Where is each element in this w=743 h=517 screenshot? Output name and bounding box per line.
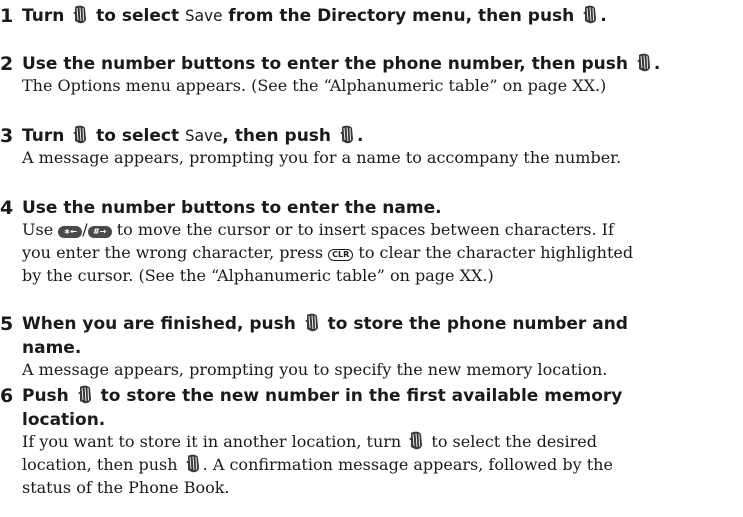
heading-line: location. [22,410,106,430]
heading-text: Use the number buttons to enter the phon… [22,54,628,74]
jog-dial-icon [77,385,93,404]
clr-key-icon: CLR [328,249,354,261]
step-number: 3 [0,125,14,147]
step-number: 2 [0,53,14,75]
jog-dial-icon [636,53,652,72]
jog-dial-icon [408,431,424,450]
step-number: 1 [0,5,14,27]
heading-text: . [653,54,661,74]
step-body: A message appears, prompting you for a n… [22,148,622,167]
body-line: status of the Phone Book. [22,478,230,497]
step-number: 4 [0,197,14,219]
jog-dial-icon [185,454,201,473]
heading-text: Push [22,386,69,406]
jog-dial-icon [304,313,320,332]
jog-dial-icon [72,125,88,144]
body-text: to clear the character highlighted [358,243,634,262]
heading-text: . [600,6,607,26]
heading-line: Push to store the new number in the firs… [22,384,743,408]
body-text: you enter the wrong character, press [22,243,324,262]
step-heading: Use the number buttons to enter the name… [22,198,442,218]
heading-line: When you are finished, push to store the… [22,312,743,336]
heading-text: to select [96,126,180,146]
body-text: to select the desired [431,432,597,451]
heading-line: name. [22,338,82,358]
heading-text: Turn [22,6,65,26]
step-heading: Turn to select Save from the Directory m… [22,4,743,28]
body-text: . A confirmation message appears, follow… [202,455,613,474]
heading-text: from the Directory menu, then push [228,6,575,26]
step-body: Use ∗← / #→ to move the cursor or to inser… [22,218,743,287]
hash-key-icon: #→ [87,226,112,238]
step-number: 5 [0,313,14,335]
body-line: If you want to store it in another locat… [22,430,743,453]
body-line: you enter the wrong character, press CLR… [22,241,743,264]
step-heading: Push to store the new number in the firs… [22,384,743,432]
star-key-icon: ∗← [58,226,83,238]
heading-text: When you are finished, push [22,314,296,334]
heading-text: Turn [22,126,65,146]
body-line: by the cursor. (See the “Alphanumeric ta… [22,266,494,285]
heading-text: to store the new number in the first ava… [100,386,623,406]
step-body: The Options menu appears. (See the “Alph… [22,76,607,95]
step-body: A message appears, prompting you to spec… [22,360,608,379]
step-number: 6 [0,385,14,407]
step-body: If you want to store it in another locat… [22,430,743,499]
step-heading: When you are finished, push to store the… [22,312,743,360]
lcd-menu-item: Save [185,126,223,145]
body-text: location, then push [22,455,178,474]
heading-text: to select [96,6,180,26]
heading-text: , then push [222,126,332,146]
jog-dial-icon [582,5,598,24]
step-heading: Turn to select Save, then push . [22,124,743,148]
body-text: to move the cursor or to insert spaces b… [116,220,614,239]
jog-dial-icon [339,125,355,144]
body-text: Use [22,220,54,239]
jog-dial-icon [72,5,88,24]
key-separator: / [82,220,88,239]
body-line: Use ∗← / #→ to move the cursor or to inser… [22,218,743,241]
heading-text: to store the phone number and [327,314,628,334]
heading-text: . [356,126,364,146]
step-heading: Use the number buttons to enter the phon… [22,52,743,76]
body-text: If you want to store it in another locat… [22,432,402,451]
body-line: location, then push . A confirmation mes… [22,453,743,476]
lcd-menu-item: Save [185,6,223,25]
